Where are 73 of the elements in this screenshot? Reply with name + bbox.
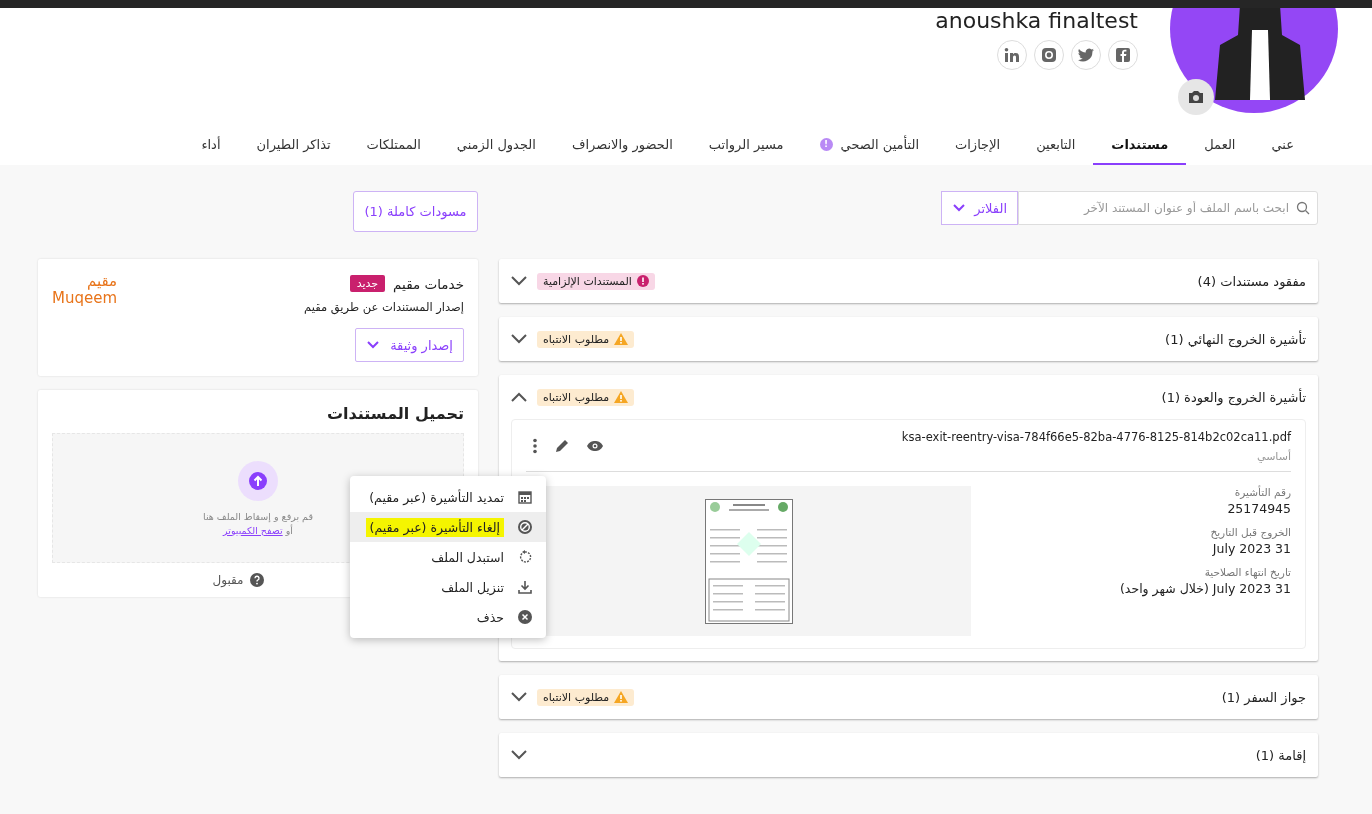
search-icon xyxy=(1296,201,1310,215)
status-tag: مطلوب الانتباه xyxy=(537,330,635,348)
profile-tab[interactable]: تذاكر الطيران xyxy=(238,125,349,165)
profile-tab[interactable]: الجدول الزمني xyxy=(438,125,554,165)
field-value: 25174945 xyxy=(1226,501,1291,516)
section-title: مفقود مستندات (4) xyxy=(1197,273,1306,289)
eye-icon[interactable] xyxy=(586,440,604,452)
pencil-icon[interactable] xyxy=(554,438,570,454)
upload-icon xyxy=(238,460,278,501)
field-label: تاريخ انتهاء الصلاحية xyxy=(1203,566,1291,578)
profile-tab[interactable]: العمل xyxy=(1186,125,1254,165)
help-icon[interactable] xyxy=(249,573,264,587)
card-description: إصدار المستندات عن طريق مقيم xyxy=(304,300,464,314)
card-title: تحميل المستندات xyxy=(326,404,464,423)
browse-link[interactable]: تصفح الكمبيوتر xyxy=(223,524,283,536)
or-text: أو xyxy=(285,524,293,536)
profile-tab[interactable]: أداء xyxy=(183,125,239,165)
download-icon xyxy=(518,580,532,594)
warning-icon xyxy=(614,691,629,703)
status-tag: المستندات الإلزامية xyxy=(537,272,655,290)
section-header[interactable]: تأشيرة الخروج والعودة (1) مطلوب الانتباه xyxy=(499,375,1318,419)
menu-item[interactable]: إلغاء التأشيرة (عبر مقيم) xyxy=(350,512,546,542)
section-header[interactable]: إقامة (1) xyxy=(499,733,1318,777)
drop-prompt: قم برفع و إسقاط الملف هنا xyxy=(203,510,313,522)
camera-icon xyxy=(1187,90,1205,104)
section-header[interactable]: مفقود مستندات (4) المستندات الإلزامية xyxy=(499,259,1318,303)
profile-tab[interactable]: الممتلكات xyxy=(348,125,439,165)
calendar-icon xyxy=(518,490,532,504)
section-header[interactable]: تأشيرة الخروج النهائي (1) مطلوب الانتباه xyxy=(499,317,1318,361)
drafts-button[interactable]: مسودات كاملة (1) xyxy=(353,191,478,232)
chevron-up-icon[interactable] xyxy=(511,392,527,402)
warning-icon xyxy=(614,333,629,345)
profile-tab[interactable]: التأمين الصحي ! xyxy=(801,125,937,165)
delete-icon xyxy=(518,610,532,624)
card-title: خدمات مقيم xyxy=(393,275,464,292)
chevron-down-icon[interactable] xyxy=(511,276,527,286)
section-header[interactable]: جواز السفر (1) مطلوب الانتباه xyxy=(499,675,1318,719)
warning-icon xyxy=(614,391,629,403)
more-options-icon[interactable] xyxy=(532,438,538,454)
field-value: July 2023 31 (خلال شهر واحد) xyxy=(1119,581,1291,596)
file-name: ksa-exit-reentry-visa-784f66e5-82ba-4776-8125-814b2c02ca11.pdf xyxy=(901,430,1291,444)
field-value: July 2023 31 xyxy=(1211,541,1291,556)
profile-tab[interactable]: الإجازات xyxy=(937,125,1019,165)
profile-tab[interactable]: مستندات xyxy=(1093,125,1187,165)
issue-document-button[interactable]: إصدار وثيقة xyxy=(355,328,464,362)
field-label: الخروج قبل التاريخ xyxy=(1209,526,1291,538)
replace-icon xyxy=(518,550,532,564)
field-label: رقم التأشيرة xyxy=(1233,486,1291,498)
section-title: تأشيرة الخروج النهائي (1) xyxy=(1165,331,1306,347)
profile-tab[interactable]: الحضور والانصراف xyxy=(553,125,691,165)
menu-item[interactable]: تنزيل الملف xyxy=(350,572,546,602)
camera-button[interactable] xyxy=(1178,79,1214,115)
filter-button[interactable]: الفلاتر xyxy=(941,191,1018,225)
menu-item[interactable]: حذف xyxy=(350,602,546,632)
chevron-down-icon[interactable] xyxy=(511,750,527,760)
alert-icon xyxy=(636,275,649,287)
status-tag: مطلوب الانتباه xyxy=(537,688,635,706)
profile-tab[interactable]: التابعين xyxy=(1018,125,1094,165)
profile-tab[interactable]: عني xyxy=(1253,125,1312,165)
chevron-down-icon xyxy=(366,340,381,350)
status-tag: مطلوب الانتباه xyxy=(537,388,635,406)
chevron-down-icon[interactable] xyxy=(511,334,527,344)
section-title: تأشيرة الخروج والعودة (1) xyxy=(1161,389,1306,405)
section-title: إقامة (1) xyxy=(1255,747,1306,763)
accepted-files-text: مقبول xyxy=(212,573,244,587)
document-category: أساسي xyxy=(1256,450,1291,463)
new-badge: جديد xyxy=(349,275,386,292)
chevron-down-icon xyxy=(952,203,967,213)
profile-tab[interactable]: مسير الرواتب xyxy=(690,125,802,165)
chevron-down-icon[interactable] xyxy=(511,692,527,702)
block-icon xyxy=(518,520,532,534)
profile-name: anoushka finaltest xyxy=(935,8,1138,34)
section-title: جواز السفر (1) xyxy=(1221,689,1306,705)
